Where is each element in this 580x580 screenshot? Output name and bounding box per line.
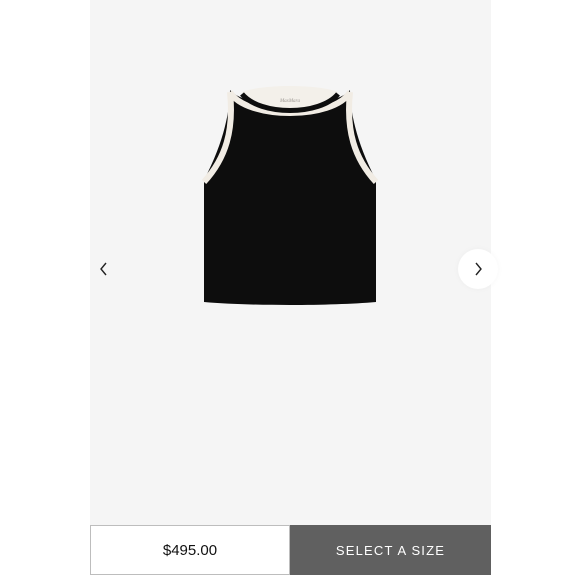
chevron-right-icon xyxy=(475,262,482,276)
right-gutter xyxy=(491,0,580,580)
product-image-panel: MaxMara xyxy=(90,0,498,525)
price-display: $495.00 xyxy=(90,525,290,575)
carousel-prev-button[interactable] xyxy=(84,249,124,289)
product-page: MaxMara $495.00 SELECT A SIZE xyxy=(0,0,580,580)
left-gutter xyxy=(0,0,90,580)
chevron-left-icon xyxy=(100,262,107,276)
sleeveless-knit-top-image: MaxMara xyxy=(201,86,379,305)
brand-label: MaxMara xyxy=(279,99,300,104)
purchase-bar: $495.00 SELECT A SIZE xyxy=(90,525,491,575)
select-size-label: SELECT A SIZE xyxy=(335,542,446,558)
price-label: $495.00 xyxy=(162,541,218,559)
select-size-button[interactable]: SELECT A SIZE xyxy=(290,525,491,575)
carousel-next-button[interactable] xyxy=(458,249,498,289)
